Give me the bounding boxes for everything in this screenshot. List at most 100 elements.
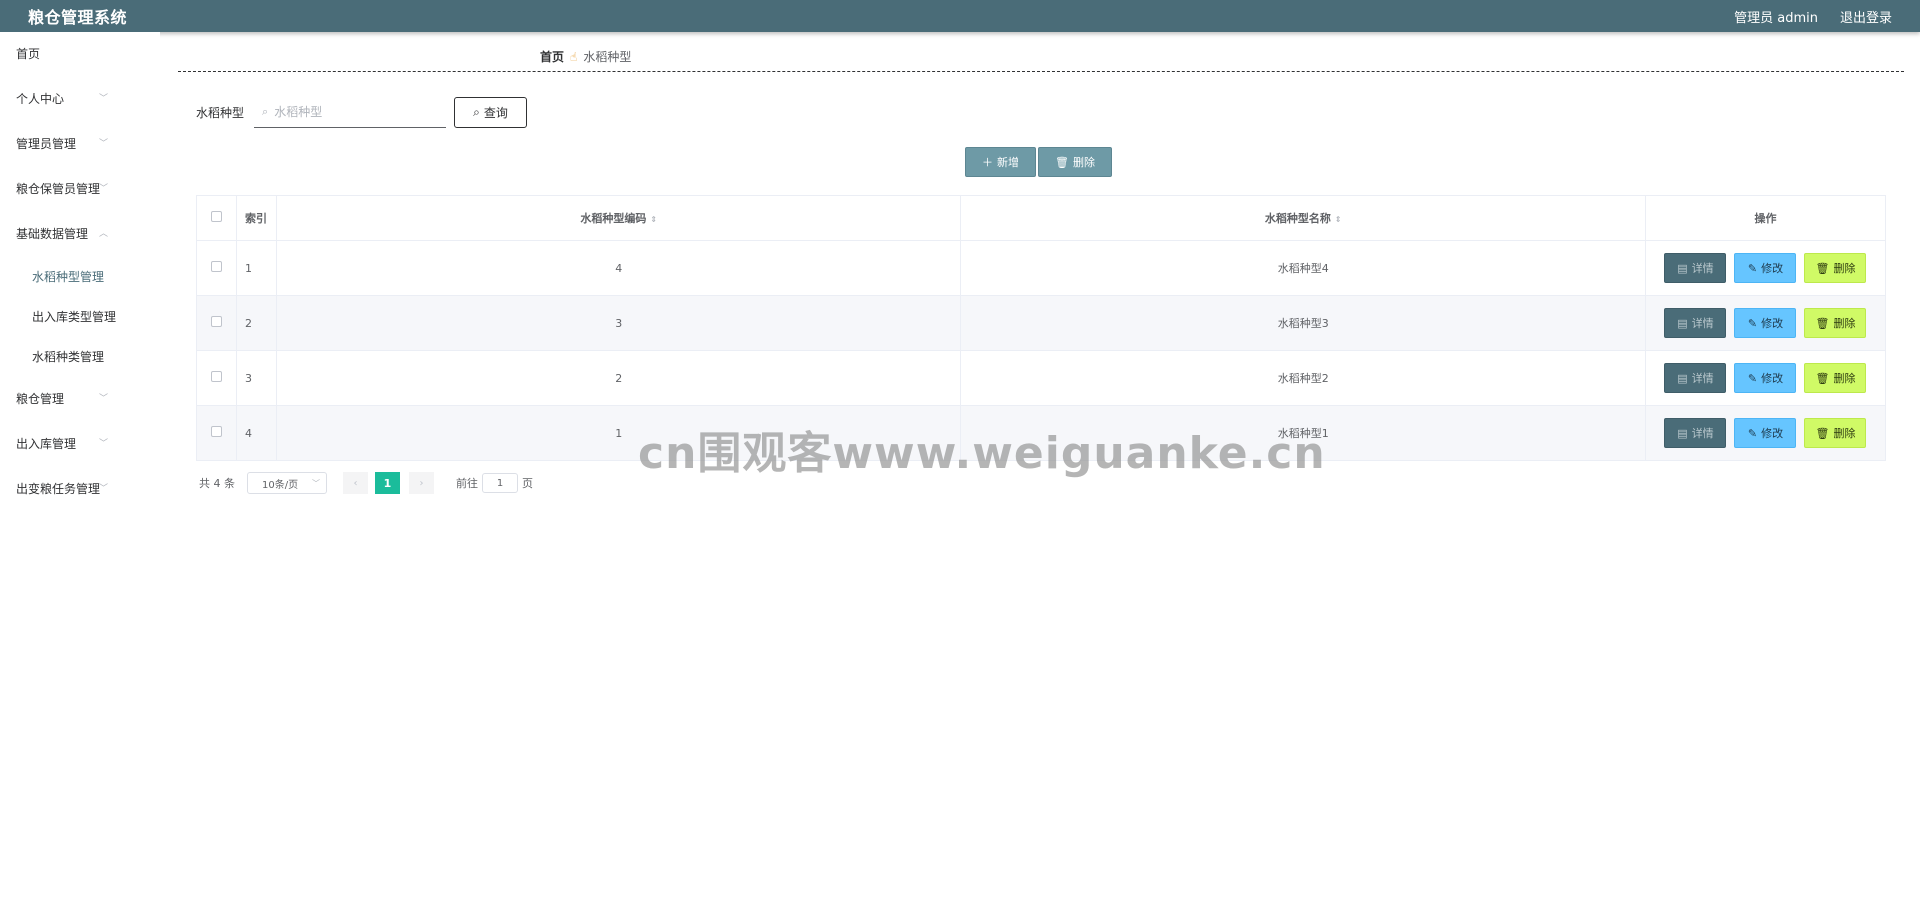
- chevron-down-icon: ﹀: [98, 439, 108, 449]
- row-ops: ▤ 详情 ✎ 修改 🗑 删除: [1644, 350, 1887, 406]
- page-number-active[interactable]: 1: [375, 472, 400, 494]
- edit-label: 修改: [1761, 317, 1784, 330]
- sidebar-item-keeper[interactable]: 粮仓保管员管理 ﹀: [0, 167, 160, 212]
- sidebar-item-label: 个人中心: [16, 92, 65, 106]
- goto-page: 前往 页: [456, 473, 533, 493]
- edit-button[interactable]: ✎ 修改: [1734, 418, 1797, 448]
- edit-label: 修改: [1761, 262, 1784, 275]
- sort-icon[interactable]: ⇕: [650, 215, 657, 224]
- search-icon: ⌕: [262, 105, 269, 118]
- query-button[interactable]: ⌕ 查询: [454, 97, 528, 128]
- header-ops: 操作: [1644, 195, 1887, 241]
- logout-button[interactable]: 退出登录: [1840, 7, 1892, 26]
- row-checkbox[interactable]: [210, 426, 222, 437]
- row-checkbox[interactable]: [210, 371, 222, 382]
- basic-data-submenu: 水稻种型管理 出入库类型管理 水稻种类管理: [0, 257, 160, 377]
- row-checkbox[interactable]: [210, 316, 222, 327]
- row-ops: ▤ 详情 ✎ 修改 🗑 删除: [1644, 240, 1887, 296]
- app-title: 粮仓管理系统: [28, 8, 128, 27]
- delete-button[interactable]: 🗑 删除: [1804, 363, 1867, 393]
- detail-button[interactable]: ▤ 详情: [1664, 418, 1727, 448]
- trash-icon: 🗑: [1815, 261, 1830, 275]
- table-row: 2 3 水稻种型3 ▤ 详情 ✎ 修改 🗑 删除: [196, 295, 1887, 351]
- table-row: 1 4 水稻种型4 ▤ 详情 ✎ 修改 🗑 删除: [196, 240, 1887, 296]
- sidebar-item-inout[interactable]: 出入库管理 ﹀: [0, 422, 160, 467]
- row-checkbox[interactable]: [210, 261, 222, 272]
- sidebar-item-label: 出入库类型管理: [32, 310, 117, 324]
- row-index: 2: [235, 295, 277, 351]
- table-header-row: 索引 水稻种型编码 ⇕ 水稻种型名称 ⇕ 操作: [196, 195, 1887, 241]
- batch-delete-button[interactable]: 🗑 删除: [1038, 147, 1112, 177]
- sidebar-item-granary[interactable]: 粮仓管理 ﹀: [0, 377, 160, 422]
- delete-label: 删除: [1833, 372, 1856, 385]
- chevron-up-icon: ︿: [98, 229, 108, 239]
- header-index: 索引: [235, 195, 277, 241]
- row-code: 4: [275, 240, 962, 296]
- document-icon: ▤: [1677, 371, 1688, 385]
- chevron-left-icon: ‹: [353, 477, 358, 489]
- pagination-total: 共 4 条: [199, 477, 235, 490]
- page-size-value: 10条/页: [262, 479, 299, 491]
- page-size-select[interactable]: 10条/页 ﹀: [247, 472, 327, 494]
- sidebar-item-rice-type[interactable]: 水稻种型管理: [0, 257, 160, 297]
- header-name-label: 水稻种型名称: [1264, 212, 1331, 225]
- row-code: 2: [275, 350, 962, 406]
- breadcrumb-home[interactable]: 首页: [540, 48, 564, 65]
- sidebar-item-home[interactable]: 首页: [0, 32, 160, 77]
- sidebar-item-label: 水稻种型管理: [32, 270, 105, 284]
- delete-button[interactable]: 🗑 删除: [1804, 253, 1867, 283]
- delete-button[interactable]: 🗑 删除: [1804, 418, 1867, 448]
- header-name[interactable]: 水稻种型名称 ⇕: [960, 195, 1646, 241]
- header-code[interactable]: 水稻种型编码 ⇕: [275, 195, 962, 241]
- delete-button[interactable]: 🗑 删除: [1804, 308, 1867, 338]
- edit-button[interactable]: ✎ 修改: [1734, 308, 1797, 338]
- sidebar-item-label: 水稻种类管理: [32, 350, 105, 364]
- search-row: 水稻种型 ⌕ ⌕ 查询: [196, 97, 528, 128]
- current-user-label[interactable]: 管理员 admin: [1734, 7, 1818, 26]
- trash-icon: 🗑: [1815, 426, 1830, 440]
- pagination: 共 4 条 10条/页 ﹀ ‹ 1 › 前往 页: [199, 472, 533, 494]
- detail-label: 详情: [1691, 427, 1714, 440]
- sidebar-item-basic-data[interactable]: 基础数据管理 ︿: [0, 212, 160, 257]
- search-input[interactable]: [272, 104, 433, 120]
- sidebar-item-admin[interactable]: 管理员管理 ﹀: [0, 122, 160, 167]
- chevron-down-icon: ﹀: [312, 478, 320, 488]
- sidebar-item-label: 出入库管理: [16, 437, 77, 451]
- main-content: 首页 ☝ 水稻种型 水稻种型 ⌕ ⌕ 查询 ＋ 新增 🗑 删除 索引: [178, 32, 1904, 919]
- pencil-icon: ✎: [1747, 426, 1758, 440]
- top-header: 粮仓管理系统 管理员 admin 退出登录: [0, 0, 1920, 32]
- chevron-down-icon: ﹀: [98, 184, 108, 194]
- edit-label: 修改: [1761, 372, 1784, 385]
- batch-delete-label: 删除: [1072, 156, 1095, 169]
- breadcrumb-current: 水稻种型: [583, 50, 632, 64]
- sidebar-item-label: 粮仓管理: [16, 392, 65, 406]
- edit-button[interactable]: ✎ 修改: [1734, 363, 1797, 393]
- prev-page-button[interactable]: ‹: [343, 472, 368, 494]
- plus-icon: ＋: [982, 156, 993, 169]
- row-name: 水稻种型3: [960, 295, 1646, 351]
- add-button-label: 新增: [997, 156, 1019, 169]
- detail-button[interactable]: ▤ 详情: [1664, 363, 1727, 393]
- row-code: 1: [275, 405, 962, 461]
- sidebar-item-task[interactable]: 出变粮任务管理 ﹀: [0, 467, 160, 512]
- sidebar-item-profile[interactable]: 个人中心 ﹀: [0, 77, 160, 122]
- select-all-checkbox[interactable]: [210, 211, 222, 222]
- detail-button[interactable]: ▤ 详情: [1664, 308, 1727, 338]
- trash-icon: 🗑: [1055, 155, 1069, 169]
- sort-icon[interactable]: ⇕: [1335, 215, 1342, 224]
- header-user-area: 管理员 admin 退出登录: [1734, 7, 1892, 26]
- action-buttons: ＋ 新增 🗑 删除: [965, 147, 1112, 177]
- add-button[interactable]: ＋ 新增: [965, 147, 1036, 177]
- row-check-cell: [196, 240, 237, 296]
- edit-button[interactable]: ✎ 修改: [1734, 253, 1797, 283]
- sidebar-item-rice-kind[interactable]: 水稻种类管理: [0, 337, 160, 377]
- chevron-down-icon: ﹀: [98, 484, 108, 494]
- detail-button[interactable]: ▤ 详情: [1664, 253, 1727, 283]
- document-icon: ▤: [1677, 261, 1688, 275]
- sidebar-item-inout-type[interactable]: 出入库类型管理: [0, 297, 160, 337]
- next-page-button[interactable]: ›: [409, 472, 434, 494]
- row-index: 4: [235, 405, 277, 461]
- goto-page-input[interactable]: [482, 473, 518, 493]
- delete-label: 删除: [1833, 427, 1856, 440]
- goto-label: 前往: [456, 477, 478, 490]
